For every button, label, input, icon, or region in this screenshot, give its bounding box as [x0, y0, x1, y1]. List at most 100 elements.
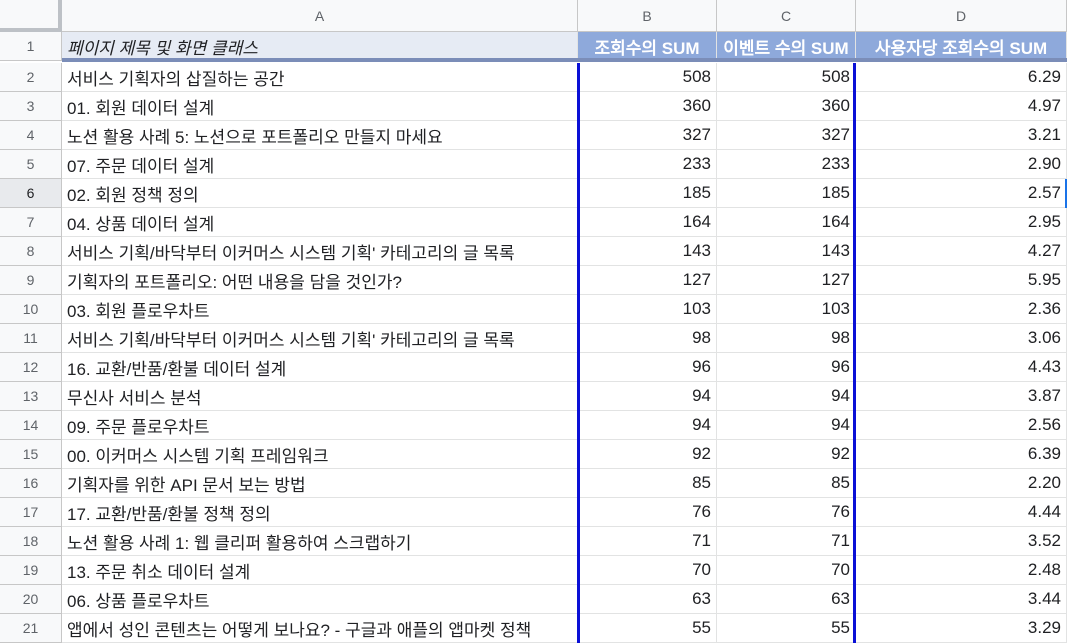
cell-page-title[interactable]: 노션 활용 사례 1: 웹 클리퍼 활용하여 스크랩하기: [62, 527, 578, 556]
row-header-6[interactable]: 6: [0, 179, 62, 208]
cell-events-sum[interactable]: 70: [717, 556, 856, 585]
cell-page-title[interactable]: 06. 상품 플로우차트: [62, 585, 578, 614]
row-header-21[interactable]: 21: [0, 614, 62, 643]
cell-events-sum[interactable]: 327: [717, 121, 856, 150]
cell-page-title[interactable]: 노션 활용 사례 5: 노션으로 포트폴리오 만들지 마세요: [62, 121, 578, 150]
cell-views-per-user[interactable]: 4.43: [856, 353, 1067, 382]
column-header-b[interactable]: B: [578, 0, 717, 32]
cell-views-sum[interactable]: 92: [578, 440, 717, 469]
cell-page-title[interactable]: 02. 회원 정책 정의: [62, 179, 578, 208]
cell-views-per-user[interactable]: 3.52: [856, 527, 1067, 556]
row-header-14[interactable]: 14: [0, 411, 62, 440]
cell-views-sum[interactable]: 76: [578, 498, 717, 527]
cell-views-per-user[interactable]: 2.20: [856, 469, 1067, 498]
cell-views-sum[interactable]: 85: [578, 469, 717, 498]
column-header-c[interactable]: C: [717, 0, 856, 32]
cell-views-per-user[interactable]: 4.97: [856, 92, 1067, 121]
cell-page-title[interactable]: 서비스 기획/바닥부터 이커머스 시스템 기획' 카테고리의 글 목록: [62, 324, 578, 353]
cell-page-title[interactable]: 무신사 서비스 분석: [62, 382, 578, 411]
cell-views-per-user[interactable]: 2.36: [856, 295, 1067, 324]
cell-events-sum[interactable]: 96: [717, 353, 856, 382]
cell-events-sum[interactable]: 143: [717, 237, 856, 266]
cell-views-sum[interactable]: 233: [578, 150, 717, 179]
row-header-7[interactable]: 7: [0, 208, 62, 237]
cell-page-title[interactable]: 앱에서 성인 콘텐츠는 어떻게 보나요? - 구글과 애플의 앱마켓 정책: [62, 614, 578, 643]
cell-page-title[interactable]: 17. 교환/반품/환불 정책 정의: [62, 498, 578, 527]
row-header-9[interactable]: 9: [0, 266, 62, 295]
cell-page-title[interactable]: 16. 교환/반품/환불 데이터 설계: [62, 353, 578, 382]
cell-events-sum[interactable]: 185: [717, 179, 856, 208]
cell-views-sum[interactable]: 103: [578, 295, 717, 324]
cell-page-title[interactable]: 04. 상품 데이터 설계: [62, 208, 578, 237]
row-header-15[interactable]: 15: [0, 440, 62, 469]
cell-views-sum[interactable]: 94: [578, 411, 717, 440]
row-header-4[interactable]: 4: [0, 121, 62, 150]
header-cell-events-sum[interactable]: 이벤트 수의 SUM: [717, 32, 856, 61]
cell-views-sum[interactable]: 94: [578, 382, 717, 411]
cell-events-sum[interactable]: 360: [717, 92, 856, 121]
cell-views-sum[interactable]: 164: [578, 208, 717, 237]
column-header-a[interactable]: A: [62, 0, 578, 32]
cell-views-per-user[interactable]: 3.21: [856, 121, 1067, 150]
cell-views-per-user[interactable]: 5.95: [856, 266, 1067, 295]
cell-events-sum[interactable]: 85: [717, 469, 856, 498]
cell-events-sum[interactable]: 233: [717, 150, 856, 179]
cell-events-sum[interactable]: 103: [717, 295, 856, 324]
cell-events-sum[interactable]: 94: [717, 382, 856, 411]
cell-events-sum[interactable]: 63: [717, 585, 856, 614]
row-header-11[interactable]: 11: [0, 324, 62, 353]
cell-views-sum[interactable]: 63: [578, 585, 717, 614]
cell-page-title[interactable]: 01. 회원 데이터 설계: [62, 92, 578, 121]
cell-page-title[interactable]: 기획자를 위한 API 문서 보는 방법: [62, 469, 578, 498]
cell-views-per-user[interactable]: 2.56: [856, 411, 1067, 440]
row-header-17[interactable]: 17: [0, 498, 62, 527]
cell-views-per-user[interactable]: 3.06: [856, 324, 1067, 353]
cell-views-per-user[interactable]: 2.90: [856, 150, 1067, 179]
row-header-10[interactable]: 10: [0, 295, 62, 324]
cell-events-sum[interactable]: 508: [717, 63, 856, 92]
cell-views-sum[interactable]: 508: [578, 63, 717, 92]
cell-page-title[interactable]: 서비스 기획/바닥부터 이커머스 시스템 기획' 카테고리의 글 목록: [62, 237, 578, 266]
cell-views-per-user[interactable]: 4.27: [856, 237, 1067, 266]
header-cell-views-per-user-sum[interactable]: 사용자당 조회수의 SUM: [856, 32, 1067, 61]
cell-events-sum[interactable]: 92: [717, 440, 856, 469]
cell-events-sum[interactable]: 127: [717, 266, 856, 295]
row-header-16[interactable]: 16: [0, 469, 62, 498]
cell-events-sum[interactable]: 76: [717, 498, 856, 527]
cell-views-per-user[interactable]: 2.48: [856, 556, 1067, 585]
cell-views-per-user[interactable]: 6.39: [856, 440, 1067, 469]
cell-events-sum[interactable]: 98: [717, 324, 856, 353]
cell-views-per-user[interactable]: 6.29: [856, 63, 1067, 92]
row-header-20[interactable]: 20: [0, 585, 62, 614]
cell-page-title[interactable]: 00. 이커머스 시스템 기획 프레임워크: [62, 440, 578, 469]
row-header-3[interactable]: 3: [0, 92, 62, 121]
row-header-2[interactable]: 2: [0, 63, 62, 92]
spreadsheet-grid[interactable]: A B C D 1 페이지 제목 및 화면 클래스 조회수의 SUM 이벤트 수의 S…: [0, 0, 1067, 643]
cell-views-sum[interactable]: 70: [578, 556, 717, 585]
cell-views-sum[interactable]: 71: [578, 527, 717, 556]
cell-events-sum[interactable]: 94: [717, 411, 856, 440]
cell-views-sum[interactable]: 327: [578, 121, 717, 150]
header-cell-page-title[interactable]: 페이지 제목 및 화면 클래스: [62, 32, 578, 61]
cell-views-per-user[interactable]: 3.87: [856, 382, 1067, 411]
row-header-12[interactable]: 12: [0, 353, 62, 382]
cell-events-sum[interactable]: 55: [717, 614, 856, 643]
cell-views-per-user[interactable]: 4.44: [856, 498, 1067, 527]
row-header-8[interactable]: 8: [0, 237, 62, 266]
cell-views-per-user[interactable]: 3.29: [856, 614, 1067, 643]
cell-views-per-user[interactable]: 3.44: [856, 585, 1067, 614]
cell-views-sum[interactable]: 360: [578, 92, 717, 121]
row-header-18[interactable]: 18: [0, 527, 62, 556]
cell-page-title[interactable]: 기획자의 포트폴리오: 어떤 내용을 담을 것인가?: [62, 266, 578, 295]
cell-page-title[interactable]: 07. 주문 데이터 설계: [62, 150, 578, 179]
header-cell-views-sum[interactable]: 조회수의 SUM: [578, 32, 717, 61]
row-header-13[interactable]: 13: [0, 382, 62, 411]
cell-views-sum[interactable]: 185: [578, 179, 717, 208]
row-header-1[interactable]: 1: [0, 32, 62, 61]
cell-events-sum[interactable]: 71: [717, 527, 856, 556]
cell-views-sum[interactable]: 96: [578, 353, 717, 382]
cell-views-sum[interactable]: 127: [578, 266, 717, 295]
cell-page-title[interactable]: 13. 주문 취소 데이터 설계: [62, 556, 578, 585]
cell-views-sum[interactable]: 55: [578, 614, 717, 643]
cell-events-sum[interactable]: 164: [717, 208, 856, 237]
